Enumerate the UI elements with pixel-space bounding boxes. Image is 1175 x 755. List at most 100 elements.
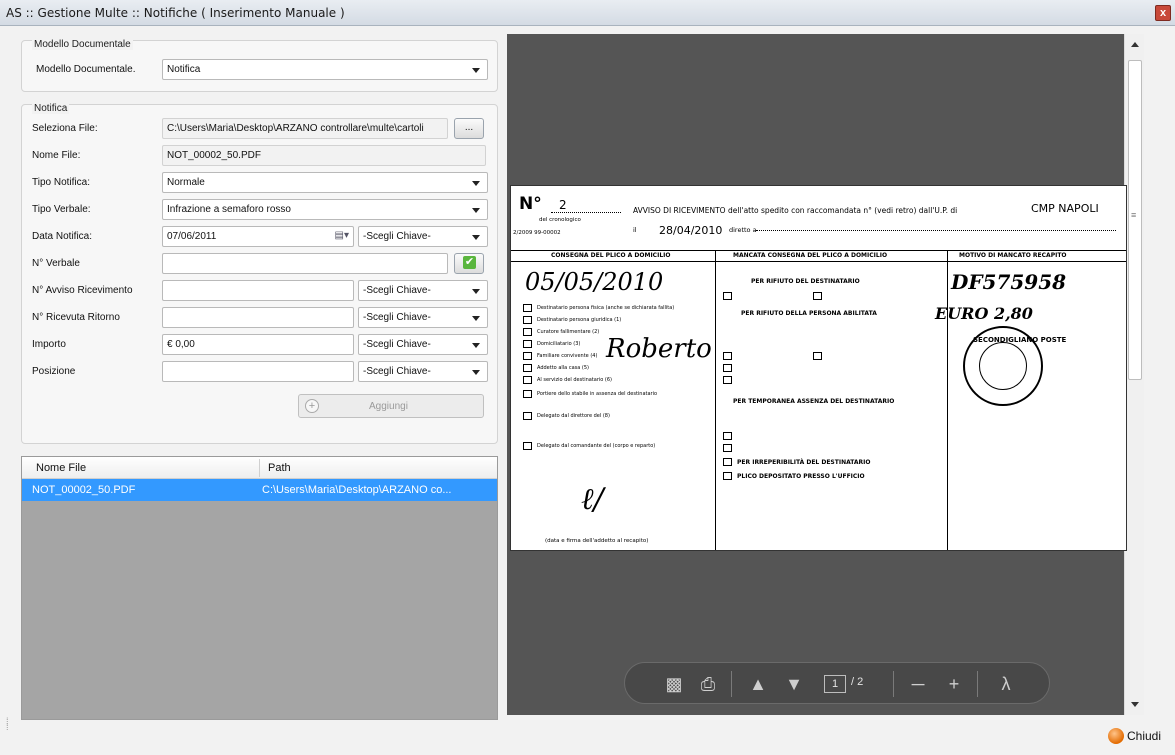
- data-notifica-field[interactable]: 07/06/2011 ▤▾: [162, 226, 354, 247]
- doc-item-8: Portiere dello stabile in assenza del de…: [537, 391, 658, 397]
- doc-date: 28/04/2010: [659, 224, 723, 237]
- modello-row: Modello Documentale. Notifica: [22, 59, 499, 81]
- posizione-field[interactable]: [162, 361, 354, 382]
- doc-handwriting-code: DF575958: [951, 270, 1067, 294]
- n-avviso-label: N° Avviso Ricevimento: [32, 285, 133, 296]
- zoom-out-icon[interactable]: ─: [907, 673, 929, 695]
- importo-key-value: -Scegli Chiave-: [363, 339, 431, 350]
- nome-file-label: Nome File:: [32, 150, 81, 161]
- doc-plico-depositato: PLICO DEPOSITATO PRESSO L'UFFICIO: [737, 473, 865, 480]
- scroll-down-arrow[interactable]: [1131, 702, 1139, 707]
- page-up-icon[interactable]: ▲: [747, 673, 769, 695]
- tipo-notifica-row: Tipo Notifica: Normale: [22, 172, 499, 194]
- doc-column-divider: [947, 250, 948, 550]
- scanned-document-page: N° 2 del cronologico 2/2009 99-00002 AVV…: [510, 185, 1127, 551]
- browse-button[interactable]: ...: [454, 118, 484, 139]
- doc-handwriting-amount: EURO 2,80: [935, 304, 1033, 323]
- n-ricevuta-field[interactable]: [162, 307, 354, 328]
- n-avviso-field[interactable]: [162, 280, 354, 301]
- column-header-path[interactable]: Path: [268, 462, 291, 474]
- aggiungi-label: Aggiungi: [369, 401, 408, 412]
- print-icon[interactable]: ⎙: [697, 673, 719, 695]
- doc-stamp-text: SECONDIGLIANO POSTE: [973, 336, 1067, 344]
- doc-item-7: Al servizio del destinatario (6): [537, 377, 613, 383]
- scrollbar-thumb[interactable]: ≡: [1128, 60, 1142, 380]
- table-row[interactable]: NOT_00002_50.PDF C:\Users\Maria\Desktop\…: [22, 479, 497, 501]
- doc-column-divider: [715, 250, 716, 550]
- resize-grip-icon[interactable]: ⁞ ⁞: [6, 717, 12, 748]
- doc-checkbox: [723, 458, 732, 466]
- chiudi-button[interactable]: Chiudi: [1108, 727, 1168, 745]
- title-bar: AS :: Gestione Multe :: Notifiche ( Inse…: [0, 0, 1175, 26]
- zoom-in-icon[interactable]: +: [943, 673, 965, 695]
- doc-checkbox: [523, 364, 532, 372]
- nome-file-value: NOT_00002_50.PDF: [167, 150, 261, 161]
- data-notifica-key-select[interactable]: -Scegli Chiave-: [358, 226, 488, 247]
- doc-checkbox: [723, 292, 732, 300]
- aggiungi-button[interactable]: + Aggiungi: [298, 394, 484, 418]
- posizione-key-select[interactable]: -Scegli Chiave-: [358, 361, 488, 382]
- tipo-verbale-select[interactable]: Infrazione a semaforo rosso: [162, 199, 488, 220]
- row-path: C:\Users\Maria\Desktop\ARZANO co...: [262, 484, 452, 496]
- doc-checkbox: [523, 390, 532, 398]
- n-verbale-row: N° Verbale ✔: [22, 253, 499, 275]
- notifica-group: Notifica Seleziona File: C:\Users\Maria\…: [21, 103, 499, 444]
- n-verbale-label: N° Verbale: [32, 258, 80, 269]
- n-verbale-field[interactable]: [162, 253, 448, 274]
- file-table: Nome File Path NOT_00002_50.PDF C:\Users…: [21, 456, 498, 720]
- n-ricevuta-key-select[interactable]: -Scegli Chiave-: [358, 307, 488, 328]
- tipo-verbale-row: Tipo Verbale: Infrazione a semaforo ross…: [22, 199, 499, 221]
- n-avviso-key-select[interactable]: -Scegli Chiave-: [358, 280, 488, 301]
- data-notifica-label: Data Notifica:: [32, 231, 93, 242]
- importo-key-select[interactable]: -Scegli Chiave-: [358, 334, 488, 355]
- doc-handwriting-mark: ℓ/: [581, 482, 604, 517]
- chiudi-label: Chiudi: [1127, 729, 1162, 743]
- pdf-icon[interactable]: λ: [995, 673, 1017, 695]
- data-notifica-key-value: -Scegli Chiave-: [363, 231, 431, 242]
- seleziona-file-label: Seleziona File:: [32, 123, 98, 134]
- importo-field[interactable]: € 0,00: [162, 334, 354, 355]
- close-window-button[interactable]: x: [1155, 5, 1171, 21]
- doc-rifiuto-pers: PER RIFIUTO DELLA PERSONA ABILITATA: [741, 310, 877, 317]
- doc-checkbox: [523, 412, 532, 420]
- doc-item-3: Curatore fallimentare (2): [537, 329, 600, 335]
- data-notifica-value: 07/06/2011: [167, 231, 217, 242]
- toolbar-divider: [893, 671, 894, 697]
- page-number-input[interactable]: 1: [824, 675, 846, 693]
- posizione-label: Posizione: [32, 366, 76, 377]
- save-icon[interactable]: ▩: [663, 673, 685, 695]
- column-header-nome-file[interactable]: Nome File: [36, 462, 86, 474]
- importo-row: Importo € 0,00 -Scegli Chiave-: [22, 334, 499, 356]
- scroll-grip-icon: ≡: [1131, 210, 1137, 220]
- check-verbale-button[interactable]: ✔: [454, 253, 484, 274]
- viewer-scrollbar[interactable]: ≡: [1124, 34, 1144, 715]
- doc-checkbox: [523, 316, 532, 324]
- tipo-notifica-select[interactable]: Normale: [162, 172, 488, 193]
- doc-cron-label: del cronologico: [539, 217, 581, 223]
- tipo-notifica-value: Normale: [167, 177, 205, 188]
- seleziona-file-field[interactable]: C:\Users\Maria\Desktop\ARZANO controllar…: [162, 118, 448, 139]
- form-panel: Modello Documentale Modello Documentale.…: [21, 34, 499, 444]
- window-title: AS :: Gestione Multe :: Notifiche ( Inse…: [6, 6, 345, 20]
- doc-checkbox: [523, 304, 532, 312]
- doc-item-4: Domiciliatario (3): [537, 341, 581, 347]
- column-divider[interactable]: [259, 459, 260, 477]
- doc-checkbox-checked: [523, 352, 532, 360]
- viewer-toolbar: ▩ ⎙ ▲ ▼ 1 / 2 ─ + λ: [624, 662, 1050, 704]
- doc-code: 2/2009 99-00002: [513, 230, 561, 236]
- row-nome-file: NOT_00002_50.PDF: [32, 484, 136, 496]
- doc-handwriting-signature: Roberto: [606, 334, 712, 364]
- page-total: / 2: [851, 676, 864, 688]
- doc-diretto-label: diretto a: [729, 226, 757, 234]
- doc-item-10: Delegato dal comandante del (corpo e rep…: [537, 443, 656, 449]
- modello-select[interactable]: Notifica: [162, 59, 488, 80]
- seleziona-file-value: C:\Users\Maria\Desktop\ARZANO controllar…: [167, 123, 424, 134]
- doc-checkbox: [523, 376, 532, 384]
- page-down-icon[interactable]: ▼: [783, 673, 805, 695]
- n-ricevuta-label: N° Ricevuta Ritorno: [32, 312, 120, 323]
- importo-label: Importo: [32, 339, 66, 350]
- doc-checkbox: [723, 472, 732, 480]
- scroll-up-arrow[interactable]: [1131, 42, 1139, 47]
- calendar-icon[interactable]: ▤▾: [335, 230, 349, 241]
- modello-label: Modello Documentale.: [36, 64, 136, 75]
